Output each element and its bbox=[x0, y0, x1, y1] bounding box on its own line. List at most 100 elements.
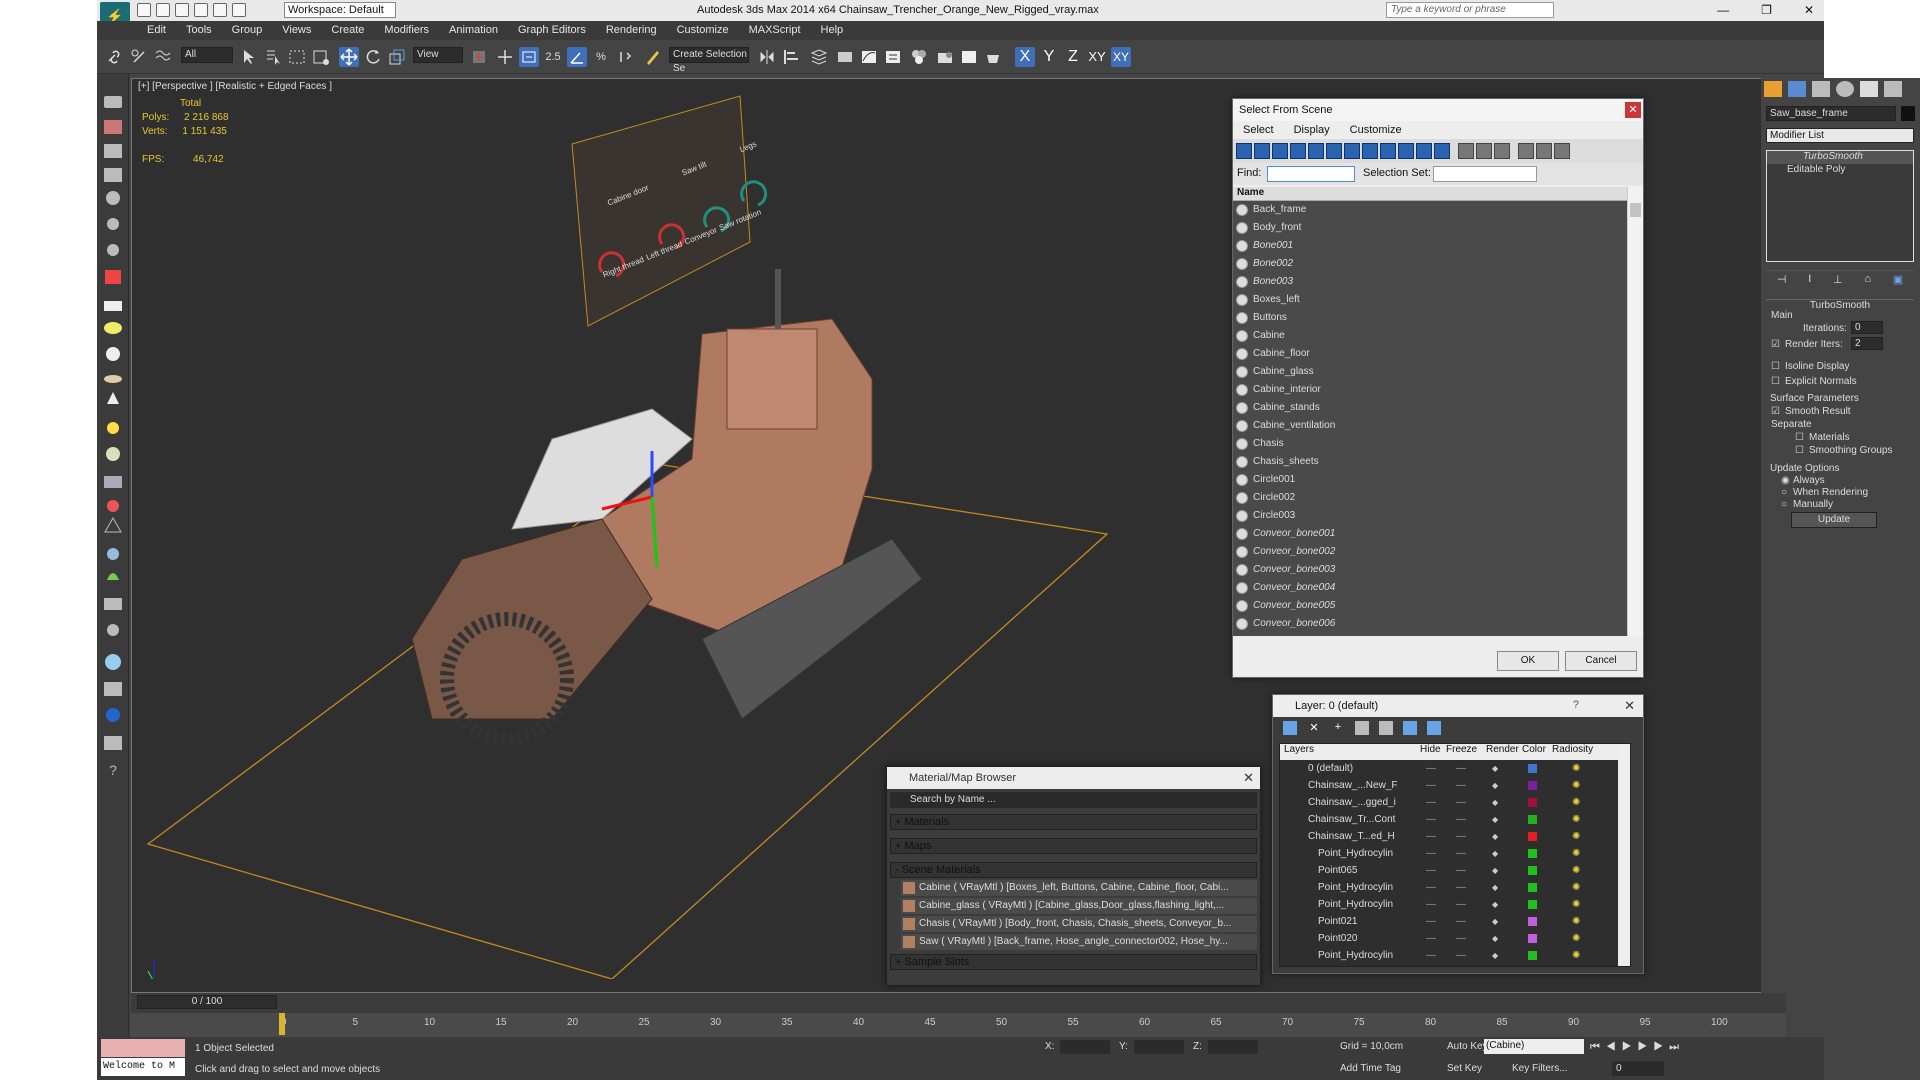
scene-object-row[interactable]: Conveor_bone003 bbox=[1233, 561, 1627, 579]
pin-stack-icon[interactable]: ⊣ bbox=[1777, 273, 1787, 288]
select-rotate-icon[interactable] bbox=[363, 47, 383, 67]
hide-toggle-icon[interactable]: — bbox=[1426, 879, 1436, 896]
scene-object-row[interactable]: Buttons bbox=[1233, 309, 1627, 327]
layer-color-swatch[interactable] bbox=[1528, 900, 1537, 909]
layer-color-swatch[interactable] bbox=[1528, 883, 1537, 892]
help-search-input[interactable]: Type a keyword or phrase bbox=[1386, 2, 1554, 18]
freeze-toggle-icon[interactable]: — bbox=[1456, 777, 1466, 794]
percent-snap-icon[interactable]: % bbox=[591, 47, 611, 67]
close-icon[interactable]: ✕ bbox=[1243, 770, 1254, 786]
render-toggle-icon[interactable]: ◆ bbox=[1492, 811, 1498, 828]
save-file-icon[interactable] bbox=[175, 3, 189, 17]
menu-item-create[interactable]: Create bbox=[321, 21, 374, 40]
window-crossing-icon[interactable] bbox=[311, 47, 331, 67]
unlink-icon[interactable] bbox=[129, 47, 149, 67]
layer-row[interactable]: Point021 — — ◆ ✺ bbox=[1280, 913, 1630, 930]
hide-toggle-icon[interactable]: — bbox=[1426, 777, 1436, 794]
layer-row[interactable]: Point_Hydrocylin — — ◆ ✺ bbox=[1280, 947, 1630, 964]
material-editor-icon[interactable] bbox=[909, 47, 929, 67]
update-button[interactable]: Update bbox=[1791, 512, 1877, 528]
freeze-toggle-icon[interactable]: — bbox=[1456, 828, 1466, 845]
align-icon[interactable] bbox=[781, 47, 801, 67]
pivot-center-icon[interactable] bbox=[469, 47, 489, 67]
filter-xrefs-icon[interactable] bbox=[1362, 143, 1378, 159]
scene-object-row[interactable]: Cabine_stands bbox=[1233, 399, 1627, 417]
scene-object-row[interactable]: Conveor_bone004 bbox=[1233, 579, 1627, 597]
menu-item-animation[interactable]: Animation bbox=[439, 21, 508, 40]
selection-set-dropdown[interactable] bbox=[1433, 166, 1537, 182]
scene-material-item[interactable]: Chasis ( VRayMtl ) [Body_front, Chasis, … bbox=[901, 916, 1257, 932]
scene-object-row[interactable]: Cabine_ventilation bbox=[1233, 417, 1627, 435]
hierarchy-tab-icon[interactable] bbox=[1812, 81, 1830, 97]
layer-row[interactable]: Point065 — — ◆ ✺ bbox=[1280, 862, 1630, 879]
isoline-checkbox[interactable]: ☐ bbox=[1771, 361, 1780, 372]
hierarchy-icon[interactable] bbox=[1536, 143, 1552, 159]
radiosity-icon[interactable]: ✺ bbox=[1572, 879, 1580, 896]
layer-row[interactable]: 0 (default) — — ◆ ✺ bbox=[1280, 760, 1630, 777]
freeze-toggle-icon[interactable]: — bbox=[1456, 913, 1466, 930]
hide-toggle-icon[interactable]: — bbox=[1426, 930, 1436, 947]
keyboard-shortcut-override-icon[interactable] bbox=[519, 47, 539, 67]
selection-filter-dropdown[interactable]: All bbox=[181, 47, 233, 63]
select-object-icon[interactable] bbox=[239, 47, 259, 67]
edit-named-selection-icon[interactable] bbox=[643, 47, 663, 67]
scene-object-row[interactable]: Bone003 bbox=[1233, 273, 1627, 291]
select-invert-icon[interactable] bbox=[1494, 143, 1510, 159]
scene-object-row[interactable]: Chasis_sheets bbox=[1233, 453, 1627, 471]
render-iters-spinner[interactable]: 2 bbox=[1851, 337, 1883, 350]
bind-spacewarp-icon[interactable] bbox=[153, 47, 173, 67]
manually-radio[interactable]: ○ bbox=[1781, 499, 1787, 510]
radiosity-icon[interactable]: ✺ bbox=[1572, 947, 1580, 964]
ok-button[interactable]: OK bbox=[1497, 651, 1559, 671]
scene-object-row[interactable]: Conveor_bone005 bbox=[1233, 597, 1627, 615]
snaps-toggle-icon[interactable]: 2.5 bbox=[543, 47, 563, 67]
filter-geometry-icon[interactable] bbox=[1236, 143, 1252, 159]
filter-lights-icon[interactable] bbox=[1272, 143, 1288, 159]
render-toggle-icon[interactable]: ◆ bbox=[1492, 862, 1498, 879]
hide-toggle-icon[interactable]: — bbox=[1426, 947, 1436, 964]
menu-item-help[interactable]: Help bbox=[811, 21, 854, 40]
filter-shapes-icon[interactable] bbox=[1254, 143, 1270, 159]
when-rendering-radio[interactable]: ○ bbox=[1781, 487, 1787, 498]
help-icon[interactable]: ? bbox=[1573, 699, 1579, 711]
current-frame-marker[interactable] bbox=[279, 1013, 285, 1035]
iterations-spinner[interactable]: 0 bbox=[1851, 321, 1883, 334]
select-scale-icon[interactable] bbox=[387, 47, 407, 67]
hide-toggle-icon[interactable]: — bbox=[1426, 862, 1436, 879]
scene-object-row[interactable]: Cabine bbox=[1233, 327, 1627, 345]
layer-color-swatch[interactable] bbox=[1528, 798, 1537, 807]
col-render[interactable]: Render bbox=[1486, 744, 1519, 755]
render-setup-icon[interactable] bbox=[935, 47, 955, 67]
render-iters-checkbox[interactable]: ☑ bbox=[1771, 339, 1780, 350]
scene-object-row[interactable]: Conveor_bone006 bbox=[1233, 615, 1627, 633]
scene-object-row[interactable]: Circle001 bbox=[1233, 471, 1627, 489]
menu-customize[interactable]: Customize bbox=[1340, 121, 1412, 139]
radiosity-icon[interactable]: ✺ bbox=[1572, 913, 1580, 930]
menu-item-graph-editors[interactable]: Graph Editors bbox=[508, 21, 596, 40]
scene-object-row[interactable]: Conveor_bone002 bbox=[1233, 543, 1627, 561]
filter-frozen-icon[interactable] bbox=[1416, 143, 1432, 159]
object-name-field[interactable]: Saw_base_frame bbox=[1766, 106, 1896, 121]
hide-toggle-icon[interactable]: — bbox=[1426, 845, 1436, 862]
scene-object-row[interactable]: Body_front bbox=[1233, 219, 1627, 237]
hide-all-icon[interactable] bbox=[1403, 721, 1417, 735]
radiosity-icon[interactable]: ✺ bbox=[1572, 862, 1580, 879]
workspace-dropdown[interactable]: Workspace: Default bbox=[284, 2, 396, 18]
object-color-swatch[interactable] bbox=[1901, 106, 1915, 121]
select-in-layer-icon[interactable] bbox=[1355, 721, 1369, 735]
scene-materials-section[interactable]: - Scene Materials bbox=[890, 862, 1257, 878]
open-file-icon[interactable] bbox=[156, 3, 170, 17]
maximize-icon[interactable]: ❐ bbox=[1761, 3, 1772, 17]
key-filters-button[interactable]: Key Filters... bbox=[1512, 1063, 1568, 1074]
new-file-icon[interactable] bbox=[137, 3, 151, 17]
freeze-toggle-icon[interactable]: — bbox=[1456, 947, 1466, 964]
freeze-toggle-icon[interactable]: — bbox=[1456, 760, 1466, 777]
utilities-tab-icon[interactable] bbox=[1884, 81, 1902, 97]
menu-item-views[interactable]: Views bbox=[272, 21, 321, 40]
mirror-icon[interactable] bbox=[757, 47, 777, 67]
render-toggle-icon[interactable]: ◆ bbox=[1492, 828, 1498, 845]
layer-row[interactable]: Chainsaw_T...ed_H — — ◆ ✺ bbox=[1280, 828, 1630, 845]
select-move-icon[interactable] bbox=[339, 47, 359, 67]
constrain-xy-plane-button[interactable]: XY bbox=[1087, 47, 1107, 67]
funnel-icon[interactable] bbox=[1518, 143, 1534, 159]
